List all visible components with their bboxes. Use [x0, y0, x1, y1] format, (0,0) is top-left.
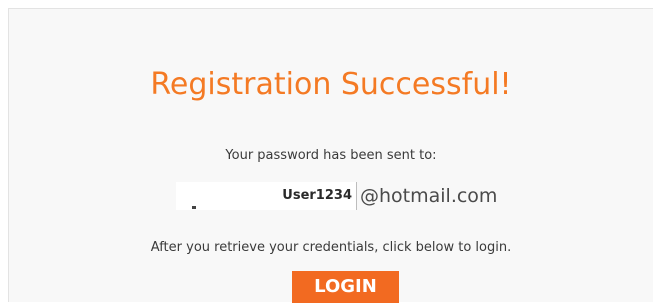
registration-panel: Registration Successful! Your password h… — [8, 8, 653, 303]
email-address: User1234 @hotmail.com — [176, 182, 516, 214]
username-text: User1234 — [282, 188, 352, 203]
login-instructions: After you retrieve your credentials, cli… — [150, 240, 512, 255]
password-sent-message: Your password has been sent to: — [225, 148, 437, 163]
username-block: User1234 — [268, 182, 357, 210]
login-button[interactable]: LOGIN — [292, 271, 399, 303]
page-title: Registration Successful! — [150, 67, 512, 102]
redacted-region — [176, 182, 268, 210]
email-domain: @hotmail.com — [360, 185, 498, 207]
redaction-artifact — [192, 206, 196, 209]
